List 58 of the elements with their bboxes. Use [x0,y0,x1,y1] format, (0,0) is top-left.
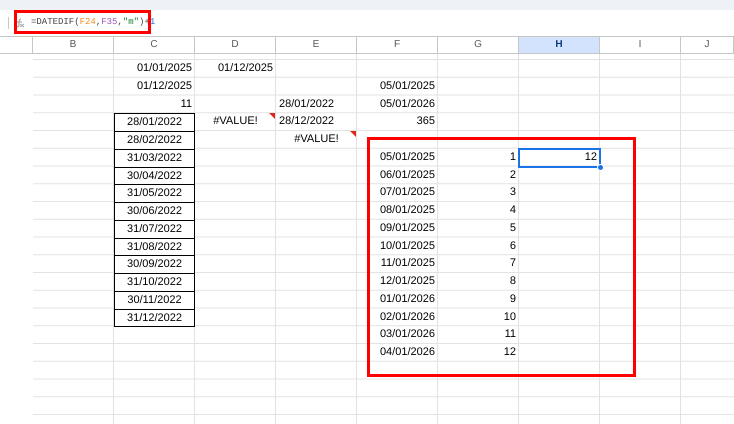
table-cell[interactable]: 31/10/2022 [114,273,195,292]
table-cell[interactable]: 31/05/2022 [114,184,195,203]
error-flag-icon [350,131,356,137]
table-cell[interactable]: 28/01/2022 [114,113,195,132]
column-header[interactable]: F [357,37,438,53]
table-cell[interactable]: 07/01/2025 [357,184,438,202]
table-cell[interactable]: 12 [519,148,600,166]
error-flag-icon [269,113,275,120]
table-cell[interactable]: 01/01/2026 [357,290,438,308]
column-header[interactable]: H [519,37,600,53]
table-cell[interactable]: 11 [438,326,519,344]
table-cell[interactable]: 11/01/2025 [357,255,438,273]
table-cell[interactable]: 1 [438,148,519,166]
table-cell[interactable]: 31/07/2022 [114,220,195,238]
table-cell[interactable]: 10/01/2025 [357,238,438,256]
table-cell[interactable]: 5 [438,220,519,238]
table-cell[interactable]: 8 [438,273,519,291]
column-header[interactable]: C [114,37,195,53]
table-cell[interactable]: 6 [438,238,519,256]
table-cell[interactable]: 08/01/2025 [357,202,438,220]
table-cell[interactable]: 2 [438,166,519,184]
column-header[interactable]: J [681,37,734,53]
table-cell[interactable]: 30/11/2022 [114,290,195,310]
table-cell[interactable]: 30/06/2022 [114,202,195,221]
table-cell[interactable]: 05/01/2025 [357,78,438,96]
table-cell[interactable]: 02/01/2026 [357,308,438,326]
table-cell[interactable]: 28/01/2022 [276,96,357,114]
column-header[interactable]: D [195,37,276,53]
table-cell[interactable]: 9 [438,290,519,308]
table-cell[interactable]: 03/01/2026 [357,326,438,344]
table-cell[interactable]: 365 [357,113,438,131]
table-cell[interactable]: 3 [438,184,519,202]
fill-handle[interactable] [597,164,604,170]
table-cell[interactable]: 28/12/2022 [276,113,357,131]
table-cell[interactable]: 31/03/2022 [114,148,195,168]
table-cell[interactable]: 01/12/2025 [114,78,195,96]
table-cell[interactable]: 05/01/2026 [357,96,438,114]
table-cell[interactable]: 06/01/2025 [357,166,438,184]
table-cell[interactable]: 11 [114,96,195,114]
table-cell[interactable]: 12/01/2025 [357,273,438,291]
column-header[interactable]: E [276,37,357,53]
table-cell[interactable]: 05/01/2025 [357,148,438,166]
table-cell[interactable]: 10 [438,308,519,326]
table-cell[interactable]: 31/12/2022 [114,308,195,328]
table-cell[interactable]: 30/09/2022 [114,255,195,274]
table-cell[interactable]: 09/01/2025 [357,220,438,238]
table-cell[interactable]: 01/01/2025 [114,60,195,78]
table-cell[interactable]: 12 [438,344,519,362]
table-cell[interactable]: 04/01/2026 [357,344,438,362]
table-cell[interactable]: #VALUE! [276,131,357,149]
table-cell[interactable]: 01/12/2025 [195,60,276,78]
table-cell[interactable]: 7 [438,255,519,273]
table-cell[interactable]: 28/02/2022 [114,131,195,150]
column-header[interactable]: I [600,37,681,53]
function-icon [15,18,25,28]
table-cell[interactable]: 4 [438,202,519,220]
table-cell[interactable]: #VALUE! [195,113,276,131]
column-header[interactable]: B [33,37,114,53]
